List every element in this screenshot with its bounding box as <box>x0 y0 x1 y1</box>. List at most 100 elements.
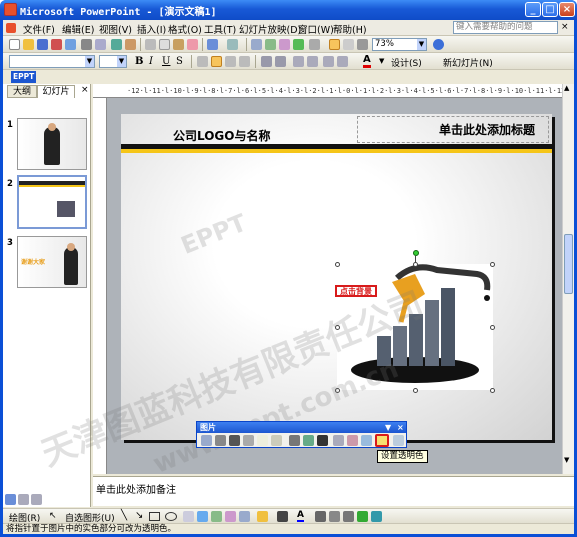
title-placeholder-text[interactable]: 单击此处添加标题 <box>439 121 535 138</box>
slide-thumbnail-3[interactable]: 谢谢大家 <box>17 236 87 288</box>
slide-sorter-icon[interactable] <box>18 494 29 505</box>
reset-picture-icon[interactable] <box>393 435 404 446</box>
line-color-icon[interactable] <box>277 511 288 522</box>
show-formatting-icon[interactable] <box>329 39 340 50</box>
insert-picture-icon[interactable] <box>201 435 212 446</box>
eppt-button[interactable]: EPPT <box>11 71 37 83</box>
align-left-icon[interactable] <box>197 56 208 67</box>
3d-style-icon[interactable] <box>371 511 382 522</box>
menu-window[interactable]: 窗口(W) <box>298 22 334 36</box>
numbering-icon[interactable] <box>261 56 272 67</box>
research-icon[interactable] <box>125 39 136 50</box>
permission-icon[interactable] <box>51 39 62 50</box>
distribute-icon[interactable] <box>239 56 250 67</box>
menu-view[interactable]: 视图(V) <box>99 22 132 36</box>
oval-icon[interactable] <box>165 512 177 521</box>
textbox-icon[interactable] <box>183 511 194 522</box>
open-icon[interactable] <box>23 39 34 50</box>
recolor-icon[interactable] <box>347 435 358 446</box>
chevron-down-icon[interactable]: ▼ <box>379 57 384 65</box>
resize-handle[interactable] <box>335 262 340 267</box>
line-icon[interactable]: ╲ <box>121 510 127 521</box>
normal-view-icon[interactable] <box>5 494 16 505</box>
close-document-icon[interactable]: × <box>561 22 569 32</box>
rectangle-icon[interactable] <box>149 512 160 521</box>
toolbar-options-icon[interactable]: ▼ <box>385 422 391 433</box>
resize-handle[interactable] <box>490 262 495 267</box>
menu-slideshow[interactable]: 幻灯片放映(D) <box>239 22 301 36</box>
increase-indent-icon[interactable] <box>337 56 348 67</box>
scroll-down-icon[interactable]: ▼ <box>564 456 569 464</box>
help-icon[interactable] <box>433 39 444 50</box>
set-transparent-color-icon[interactable] <box>375 434 389 447</box>
bullets-icon[interactable] <box>275 56 286 67</box>
color-icon[interactable] <box>215 435 226 446</box>
menu-tools[interactable]: 工具(T) <box>204 22 236 36</box>
company-logo-text[interactable]: 公司LOGO与名称 <box>173 127 270 144</box>
minimize-button[interactable]: _ <box>525 2 541 17</box>
color-grayscale-icon[interactable] <box>357 39 368 50</box>
less-brightness-icon[interactable] <box>271 435 282 446</box>
new-slide-button[interactable]: 新幻灯片(N) <box>443 56 493 69</box>
menu-insert[interactable]: 插入(I) <box>137 22 166 36</box>
menu-help[interactable]: 帮助(H) <box>333 22 367 36</box>
select-objects-icon[interactable]: ↖ <box>49 511 57 521</box>
decrease-font-icon[interactable] <box>307 56 318 67</box>
new-icon[interactable] <box>9 39 20 50</box>
toolbar-close-icon[interactable]: × <box>397 422 404 433</box>
diagram-icon[interactable] <box>211 511 222 522</box>
crop-icon[interactable] <box>289 435 300 446</box>
vertical-scrollbar[interactable]: ▲ ▼ <box>562 84 574 474</box>
tab-outline[interactable]: 大纲 <box>7 85 37 98</box>
insert-picture-icon[interactable] <box>279 39 290 50</box>
save-icon[interactable] <box>37 39 48 50</box>
line-style-icon[interactable] <box>317 435 328 446</box>
zoom-select[interactable]: 73% ▼ <box>372 38 427 51</box>
undo-icon[interactable] <box>207 39 218 50</box>
italic-icon[interactable]: I <box>149 56 153 67</box>
increase-font-icon[interactable] <box>293 56 304 67</box>
clipart-icon[interactable] <box>225 511 236 522</box>
slide-thumbnail-2[interactable] <box>17 175 87 229</box>
line-style-icon[interactable] <box>315 511 326 522</box>
pane-close-icon[interactable]: × <box>81 85 89 95</box>
cut-icon[interactable] <box>145 39 156 50</box>
help-search-input[interactable]: 键入需要帮助的问题 <box>453 21 558 34</box>
menu-file[interactable]: 文件(F) <box>23 22 55 36</box>
shadow-icon[interactable]: S <box>176 56 183 67</box>
rotate-handle[interactable] <box>413 250 419 256</box>
wordart-icon[interactable] <box>197 511 208 522</box>
design-button[interactable]: 设计(S) <box>391 56 422 69</box>
font-size-select[interactable]: ▼ <box>99 55 127 68</box>
hyperlink-icon[interactable] <box>293 39 304 50</box>
close-button[interactable]: × <box>559 2 575 17</box>
shadow-style-icon[interactable] <box>357 511 368 522</box>
font-select[interactable]: ▼ <box>9 55 95 68</box>
slideshow-icon[interactable] <box>31 494 42 505</box>
rotate-icon[interactable] <box>303 435 314 446</box>
print-icon[interactable] <box>81 39 92 50</box>
grid-icon[interactable] <box>343 39 354 50</box>
arrow-icon[interactable]: ↘ <box>135 510 143 521</box>
expand-icon[interactable] <box>309 39 320 50</box>
more-brightness-icon[interactable] <box>257 435 268 446</box>
format-picture-icon[interactable] <box>361 435 372 446</box>
font-color-icon[interactable]: A <box>363 55 371 68</box>
bold-icon[interactable]: B <box>135 56 143 67</box>
tab-slides[interactable]: 幻灯片 <box>37 85 75 98</box>
align-right-icon[interactable] <box>225 56 236 67</box>
font-color-icon[interactable]: A <box>297 510 304 522</box>
copy-icon[interactable] <box>159 39 170 50</box>
spelling-icon[interactable] <box>111 39 122 50</box>
compress-icon[interactable] <box>333 435 344 446</box>
maximize-button[interactable]: □ <box>542 2 558 17</box>
less-contrast-icon[interactable] <box>243 435 254 446</box>
slide-thumbnail-1[interactable] <box>17 118 87 170</box>
align-center-icon[interactable] <box>211 56 222 67</box>
underline-icon[interactable]: U <box>162 56 170 67</box>
insert-table-icon[interactable] <box>265 39 276 50</box>
menu-format[interactable]: 格式(O) <box>168 22 202 36</box>
notes-pane[interactable]: 单击此处添加备注 <box>93 476 574 506</box>
menu-edit[interactable]: 编辑(E) <box>62 22 94 36</box>
resize-handle[interactable] <box>490 325 495 330</box>
